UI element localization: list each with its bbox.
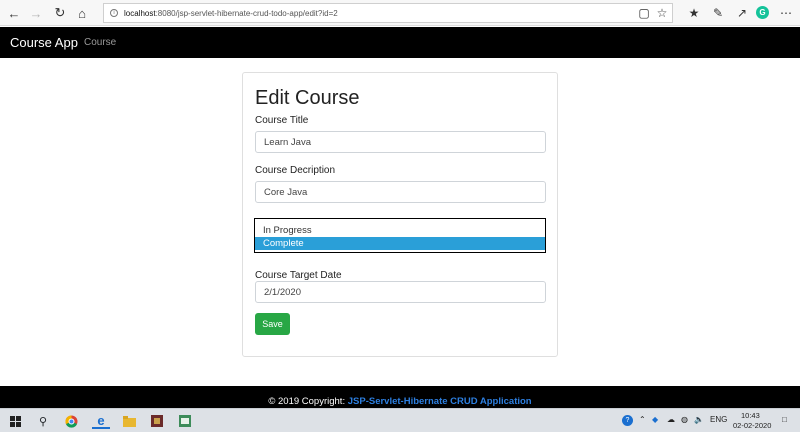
favorites-bar-icon[interactable]: ★: [686, 5, 702, 21]
file-explorer-icon[interactable]: [120, 413, 138, 429]
network-icon[interactable]: ◍: [681, 415, 688, 424]
help-icon[interactable]: ?: [622, 415, 633, 426]
status-option-complete[interactable]: Complete: [255, 237, 545, 250]
course-target-date-label: Course Target Date: [255, 270, 342, 281]
windows-start-icon[interactable]: [6, 413, 24, 429]
browser-toolbar: ← → ↻ ⌂ i localhost:8080/jsp-servlet-hib…: [0, 0, 800, 26]
chrome-icon[interactable]: [62, 413, 80, 429]
more-menu-icon[interactable]: ⋯: [778, 5, 794, 21]
course-title-label: Course Title: [255, 115, 309, 126]
windows-taskbar: ⚲ e ? ⌃ ◆ ☁ ◍ 🔈 ENG 10:43 02-02-2020 □: [0, 408, 800, 432]
status-option-in-progress[interactable]: In Progress: [255, 224, 545, 237]
notifications-icon[interactable]: □: [782, 415, 787, 424]
page-title: Edit Course: [255, 87, 360, 109]
favorite-star-icon[interactable]: ☆: [654, 5, 670, 21]
pen-icon[interactable]: ✎: [710, 5, 726, 21]
notepad-icon[interactable]: [176, 413, 194, 429]
grammarly-icon[interactable]: G: [756, 6, 769, 19]
course-title-input[interactable]: Learn Java: [255, 131, 546, 153]
course-target-date-input[interactable]: 2/1/2020: [255, 281, 546, 303]
footer-link[interactable]: JSP-Servlet-Hibernate CRUD Application: [348, 396, 532, 407]
dropbox-icon[interactable]: ◆: [652, 415, 658, 424]
course-description-input[interactable]: Core Java: [255, 181, 546, 203]
save-button[interactable]: Save: [255, 313, 290, 335]
info-icon[interactable]: i: [110, 9, 118, 17]
url-host: localhost: [124, 8, 156, 18]
nav-link-course[interactable]: Course: [84, 37, 116, 48]
edge-browser-icon[interactable]: e: [92, 413, 110, 429]
volume-icon[interactable]: 🔈: [694, 415, 704, 424]
footer-text: © 2019 Copyright: JSP-Servlet-Hibernate …: [0, 396, 800, 407]
clock-time[interactable]: 10:43: [741, 411, 760, 420]
brand-link[interactable]: Course App: [10, 35, 78, 50]
reading-view-icon[interactable]: ▢: [636, 5, 652, 21]
search-icon[interactable]: ⚲: [34, 413, 52, 429]
clock-date[interactable]: 02-02-2020: [733, 421, 771, 430]
course-status-dropdown[interactable]: In Progress Complete: [254, 218, 546, 253]
edit-course-card: Edit Course Course Title Learn Java Cour…: [242, 72, 558, 357]
address-bar[interactable]: i localhost:8080/jsp-servlet-hibernate-c…: [103, 3, 673, 23]
home-icon[interactable]: ⌂: [72, 3, 92, 23]
app-icon[interactable]: [148, 413, 166, 429]
onedrive-icon[interactable]: ☁: [667, 415, 675, 424]
footer-copyright: © 2019 Copyright:: [268, 396, 348, 407]
language-indicator[interactable]: ENG: [710, 415, 727, 424]
share-icon[interactable]: ↗: [734, 5, 750, 21]
forward-icon[interactable]: →: [26, 3, 46, 23]
app-navbar: Course App Course: [0, 27, 800, 58]
back-icon[interactable]: ←: [4, 3, 24, 23]
show-hidden-icons-icon[interactable]: ⌃: [639, 415, 646, 424]
refresh-icon[interactable]: ↻: [50, 3, 70, 23]
url-path: :8080/jsp-servlet-hibernate-crud-todo-ap…: [155, 8, 338, 18]
course-description-label: Course Decription: [255, 165, 336, 176]
